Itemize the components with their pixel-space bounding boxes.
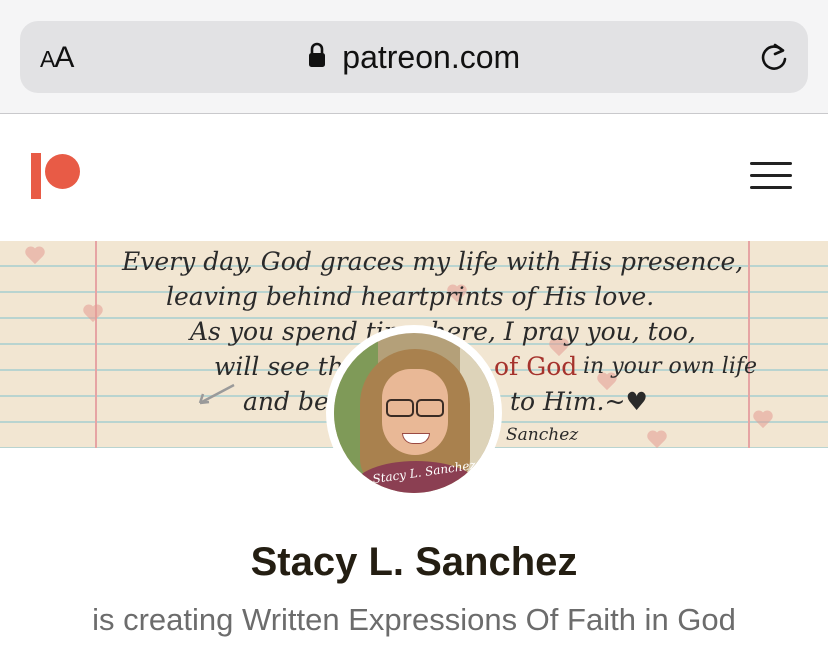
heart-decoration: [646, 431, 668, 448]
browser-toolbar: AA patreon.com: [0, 0, 828, 114]
avatar-photo: Stacy L. Sanchez: [334, 333, 494, 493]
lock-icon: [308, 42, 326, 73]
hamburger-menu-icon[interactable]: [750, 162, 792, 190]
heart-decoration: [752, 411, 774, 431]
patreon-logo[interactable]: [31, 153, 81, 199]
url-display[interactable]: patreon.com: [20, 39, 808, 76]
heart-decoration: [24, 247, 46, 267]
site-header: [0, 114, 828, 240]
quote-line: leaving behind heartprints of His love.: [166, 282, 655, 311]
url-text: patreon.com: [342, 39, 521, 75]
quote-line: in your own life: [583, 354, 758, 379]
address-bar[interactable]: AA patreon.com: [20, 21, 808, 93]
creator-description: is creating Written Expressions Of Faith…: [92, 602, 736, 637]
reload-icon[interactable]: [758, 41, 790, 73]
creator-avatar[interactable]: Stacy L. Sanchez: [326, 325, 502, 501]
paper-margin-line: [748, 241, 750, 448]
logo-bar: [31, 153, 41, 199]
quote-line: to Him.~♥: [510, 387, 648, 416]
quote-line: Every day, God graces my life with His p…: [122, 247, 744, 276]
heart-decoration: [82, 305, 104, 325]
quote-signature: Sanchez: [506, 425, 579, 445]
logo-circle: [45, 154, 80, 189]
creator-name: Stacy L. Sanchez: [250, 540, 578, 584]
paper-margin-line: [95, 241, 97, 448]
arrow-decoration: [198, 383, 235, 405]
quote-highlight: of God: [494, 352, 578, 381]
